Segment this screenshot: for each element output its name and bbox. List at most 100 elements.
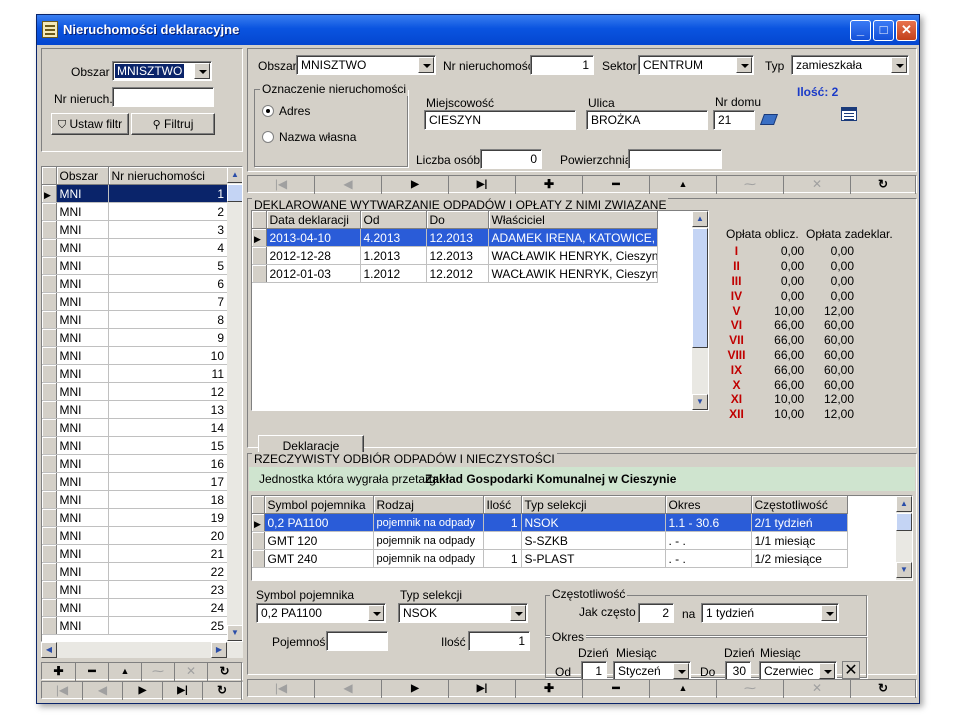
scroll-up-icon[interactable]: ▲: [227, 167, 242, 183]
minimize-button[interactable]: _: [850, 20, 871, 41]
cell-nr-nieruchomosci[interactable]: 1: [108, 184, 228, 203]
ilosc-input[interactable]: 1: [468, 631, 530, 651]
chevron-down-icon[interactable]: [510, 605, 526, 621]
nr-nieruch-input[interactable]: [112, 87, 214, 107]
property-row[interactable]: MNI 9: [42, 328, 228, 347]
liczba-osob-input[interactable]: 0: [480, 149, 542, 169]
maximize-button[interactable]: □: [873, 20, 894, 41]
cell-nr-nieruchomosci[interactable]: 11: [108, 364, 228, 383]
typ-selekcji-select[interactable]: NSOK: [398, 603, 528, 623]
cell-czestotliwosc[interactable]: 1/2 miesiące: [751, 549, 848, 568]
chevron-down-icon[interactable]: [418, 57, 434, 73]
add-icon[interactable]: ✚: [516, 680, 583, 698]
cell-obszar[interactable]: MNI: [56, 364, 109, 383]
cancel-icon[interactable]: ✕: [784, 176, 851, 194]
cell-nr-nieruchomosci[interactable]: 16: [108, 454, 228, 473]
refresh-icon[interactable]: ↻: [208, 663, 242, 681]
cancel-icon[interactable]: ✕: [175, 663, 208, 681]
cell-ilosc[interactable]: [483, 531, 522, 550]
cell-obszar[interactable]: MNI: [56, 202, 109, 221]
property-row[interactable]: MNI 21: [42, 544, 228, 563]
typ-select[interactable]: zamieszkała: [791, 55, 909, 75]
cell-obszar[interactable]: MNI: [56, 472, 109, 491]
property-row[interactable]: MNI 25: [42, 616, 228, 635]
property-row[interactable]: MNI 3: [42, 220, 228, 239]
pojemnosc-input[interactable]: [326, 631, 388, 651]
cell-nr-nieruchomosci[interactable]: 8: [108, 310, 228, 329]
cell-nr-nieruchomosci[interactable]: 21: [108, 544, 228, 563]
cell-obszar[interactable]: MNI: [56, 526, 109, 545]
scroll-down-icon[interactable]: ▼: [896, 562, 912, 578]
col-header-wlasciciel[interactable]: Właściciel: [488, 211, 658, 229]
prev-record-icon[interactable]: ◀: [315, 176, 382, 194]
property-row[interactable]: MNI 15: [42, 436, 228, 455]
cell-do[interactable]: 12.2012: [426, 264, 489, 283]
delete-icon[interactable]: ━: [76, 663, 109, 681]
col-header-ilosc[interactable]: Ilość: [483, 496, 522, 514]
col-header-okres[interactable]: Okres: [665, 496, 752, 514]
powierzchnia-input[interactable]: [628, 149, 722, 169]
prev-record-icon[interactable]: ◀: [83, 682, 123, 700]
property-row[interactable]: MNI 18: [42, 490, 228, 509]
radio-nazwa-wlasna[interactable]: [262, 131, 274, 143]
chevron-down-icon[interactable]: [891, 57, 907, 73]
cell-nr-nieruchomosci[interactable]: 9: [108, 328, 228, 347]
cell-obszar[interactable]: MNI: [56, 256, 109, 275]
property-row[interactable]: MNI 14: [42, 418, 228, 437]
ulica-input[interactable]: BROŻKA: [586, 110, 708, 130]
first-record-icon[interactable]: |◀: [42, 682, 83, 700]
cell-symbol[interactable]: GMT 120: [264, 531, 374, 550]
sektor-select[interactable]: CENTRUM: [638, 55, 754, 75]
cell-okres[interactable]: . - .: [665, 549, 752, 568]
col-header-typ-selekcji[interactable]: Typ selekcji: [521, 496, 666, 514]
cell-obszar[interactable]: MNI: [56, 544, 109, 563]
cell-do[interactable]: 12.2013: [426, 246, 489, 265]
cell-obszar[interactable]: MNI: [56, 310, 109, 329]
cell-nr-nieruchomosci[interactable]: 12: [108, 382, 228, 401]
od-dzien-input[interactable]: 1: [581, 661, 607, 681]
cell-nr-nieruchomosci[interactable]: 25: [108, 616, 228, 635]
property-row[interactable]: MNI 7: [42, 292, 228, 311]
declaration-row[interactable]: 2012-01-03 1.2012 12.2012 WACŁAWIK HENRYK, …: [252, 264, 658, 283]
property-row[interactable]: MNI 17: [42, 472, 228, 491]
scroll-thumb[interactable]: [692, 228, 708, 348]
cell-nr-nieruchomosci[interactable]: 15: [108, 436, 228, 455]
cell-nr-nieruchomosci[interactable]: 17: [108, 472, 228, 491]
property-row[interactable]: MNI 24: [42, 598, 228, 617]
property-row[interactable]: MNI 22: [42, 562, 228, 581]
cell-obszar[interactable]: MNI: [56, 490, 109, 509]
property-row[interactable]: MNI 8: [42, 310, 228, 329]
chevron-down-icon[interactable]: [736, 57, 752, 73]
cell-nr-nieruchomosci[interactable]: 14: [108, 418, 228, 437]
cell-nr-nieruchomosci[interactable]: 4: [108, 238, 228, 257]
property-row[interactable]: MNI 11: [42, 364, 228, 383]
cell-obszar[interactable]: MNI: [56, 580, 109, 599]
last-record-icon[interactable]: ▶|: [163, 682, 203, 700]
property-row[interactable]: MNI 12: [42, 382, 228, 401]
refresh-icon[interactable]: ↻: [851, 680, 916, 698]
cell-nr-nieruchomosci[interactable]: 23: [108, 580, 228, 599]
cell-obszar[interactable]: MNI: [56, 598, 109, 617]
col-header-czestotliwosc[interactable]: Częstotliwość: [751, 496, 848, 514]
cell-obszar[interactable]: MNI: [56, 436, 109, 455]
first-record-icon[interactable]: |◀: [248, 176, 315, 194]
property-row[interactable]: MNI 5: [42, 256, 228, 275]
cell-ilosc[interactable]: 1: [483, 513, 522, 532]
col-header-symbol[interactable]: Symbol pojemnika: [264, 496, 374, 514]
property-row[interactable]: MNI1: [42, 184, 228, 203]
scroll-thumb[interactable]: [896, 513, 912, 531]
cell-data-deklaracji[interactable]: 2012-12-28: [266, 246, 361, 265]
col-header-od[interactable]: Od: [360, 211, 427, 229]
scroll-down-icon[interactable]: ▼: [692, 394, 708, 410]
cell-okres[interactable]: . - .: [665, 531, 752, 550]
edit-icon[interactable]: ⁓: [142, 663, 175, 681]
cancel-icon[interactable]: ✕: [784, 680, 851, 698]
cell-obszar[interactable]: MNI: [56, 562, 109, 581]
property-row[interactable]: MNI 2: [42, 202, 228, 221]
scroll-left-icon[interactable]: ◀: [41, 642, 57, 658]
cell-okres[interactable]: 1.1 - 30.6: [665, 513, 752, 532]
cell-obszar[interactable]: MNI: [56, 238, 109, 257]
cell-obszar[interactable]: MNI: [56, 292, 109, 311]
cell-nr-nieruchomosci[interactable]: 24: [108, 598, 228, 617]
chevron-down-icon[interactable]: [821, 605, 837, 621]
